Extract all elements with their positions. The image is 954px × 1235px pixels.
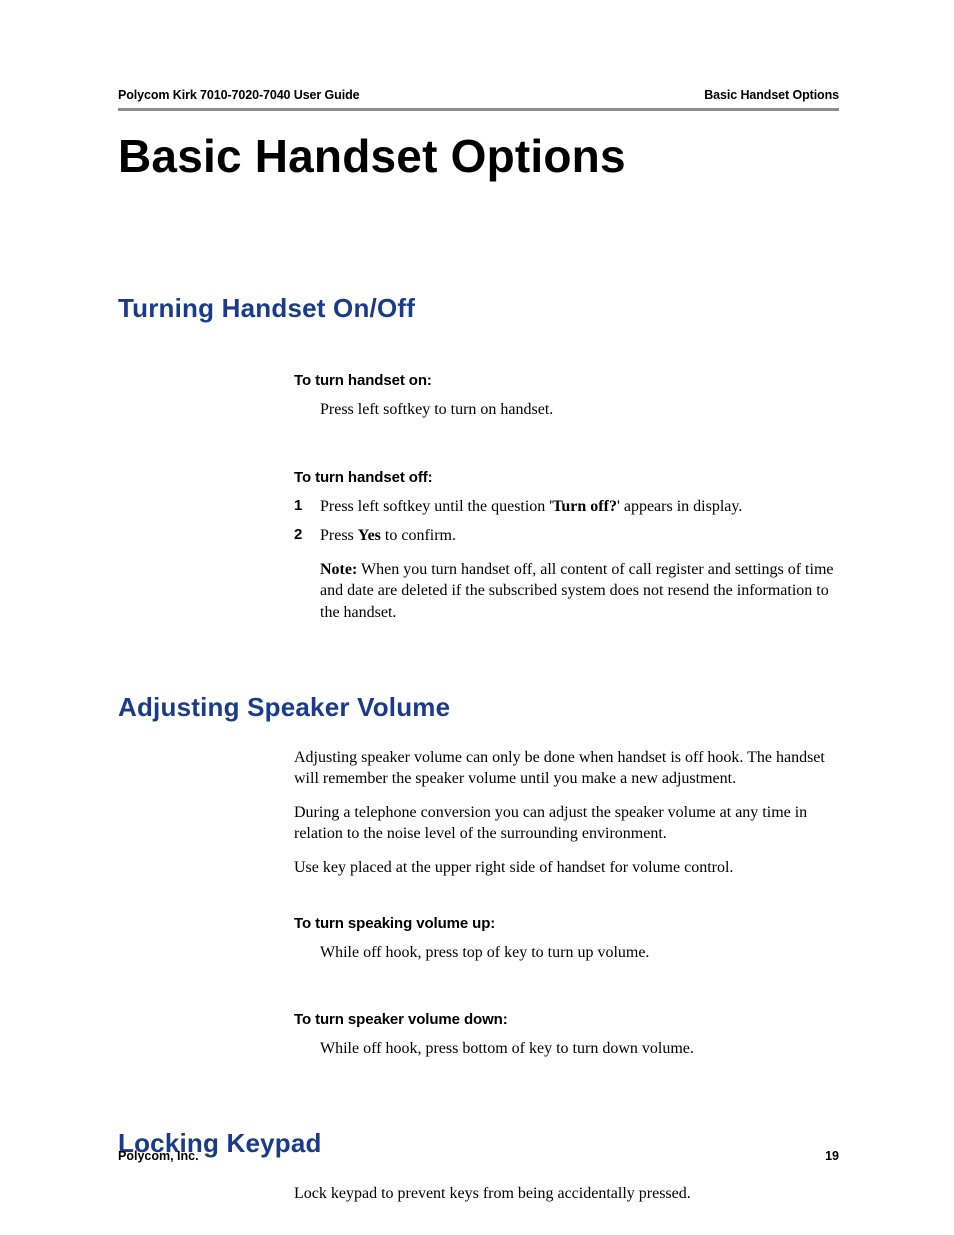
- content-block-locking: Lock keypad to prevent keys from being a…: [294, 1183, 839, 1205]
- body-turn-on: Press left softkey to turn on handset.: [294, 399, 839, 421]
- subhead-volume-down: To turn speaker volume down:: [294, 1011, 839, 1028]
- footer-left: Polycom, Inc.: [118, 1149, 199, 1163]
- note-label: Note:: [320, 561, 357, 578]
- content-block-turning: To turn handset on: Press left softkey t…: [294, 372, 839, 624]
- locking-p1: Lock keypad to prevent keys from being a…: [294, 1183, 839, 1205]
- body-volume-up: While off hook, press top of key to turn…: [294, 942, 839, 964]
- step-1: Press left softkey until the question 'T…: [294, 496, 839, 518]
- header-rule: [118, 108, 839, 111]
- step2-pre: Press: [320, 527, 358, 544]
- header-right: Basic Handset Options: [704, 88, 839, 102]
- spacer: [118, 636, 839, 692]
- spacer: [118, 1072, 839, 1128]
- step2-post: to confirm.: [381, 527, 456, 544]
- step2-bold: Yes: [358, 527, 381, 544]
- spacer: [294, 891, 839, 915]
- volume-p3: Use key placed at the upper right side o…: [294, 857, 839, 879]
- subhead-turn-on: To turn handset on:: [294, 372, 839, 389]
- spacer: [294, 433, 839, 469]
- steps-turn-off: Press left softkey until the question 'T…: [294, 496, 839, 547]
- note-body: When you turn handset off, all content o…: [320, 561, 833, 621]
- volume-p2: During a telephone conversion you can ad…: [294, 802, 839, 845]
- step-2: Press Yes to confirm.: [294, 525, 839, 547]
- page-title: Basic Handset Options: [118, 129, 839, 183]
- step1-bold: Turn off?: [552, 498, 617, 515]
- subhead-turn-off: To turn handset off:: [294, 469, 839, 486]
- document-page: Polycom Kirk 7010-7020-7040 User Guide B…: [0, 0, 954, 1235]
- volume-p1: Adjusting speaker volume can only be don…: [294, 747, 839, 790]
- spacer: [294, 975, 839, 1011]
- step1-post: ' appears in display.: [617, 498, 742, 515]
- running-footer: Polycom, Inc. 19: [118, 1149, 839, 1163]
- footer-page-number: 19: [825, 1149, 839, 1163]
- running-header: Polycom Kirk 7010-7020-7040 User Guide B…: [118, 88, 839, 108]
- step1-pre: Press left softkey until the question ': [320, 498, 552, 515]
- content-block-volume: Adjusting speaker volume can only be don…: [294, 747, 839, 1060]
- note-turn-off: Note: When you turn handset off, all con…: [294, 559, 839, 624]
- subhead-volume-up: To turn speaking volume up:: [294, 915, 839, 932]
- section-heading-volume: Adjusting Speaker Volume: [118, 692, 839, 723]
- section-heading-turning: Turning Handset On/Off: [118, 293, 839, 324]
- header-left: Polycom Kirk 7010-7020-7040 User Guide: [118, 88, 359, 102]
- body-volume-down: While off hook, press bottom of key to t…: [294, 1038, 839, 1060]
